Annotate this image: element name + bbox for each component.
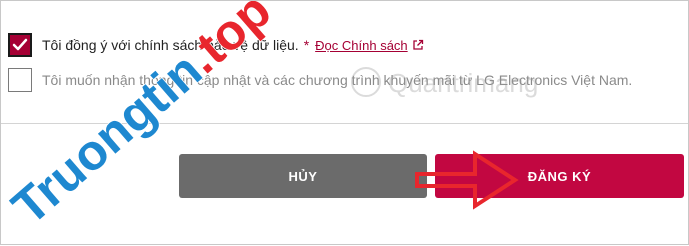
truongtin-watermark: Truongtin.top — [1, 1, 282, 236]
form-panel: Tôi đồng ý với chính sách bảo vệ dữ liệu… — [0, 0, 689, 245]
truongtin-text: Truongtin.top — [1, 1, 281, 235]
